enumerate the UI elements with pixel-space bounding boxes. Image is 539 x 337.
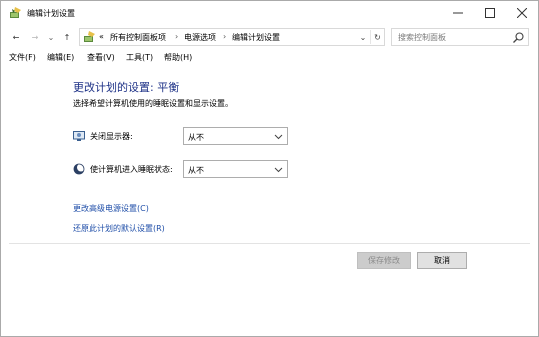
window: 编辑计划设置 ← → ⌄ ↑ « 所有控制面板项 › 电源选项 › 编辑计划设置… xyxy=(0,0,539,337)
menu-bar: 文件(F) 编辑(E) 查看(V) 工具(T) 帮助(H) xyxy=(1,50,538,65)
minimize-button[interactable] xyxy=(442,1,474,25)
forward-button[interactable]: → xyxy=(28,29,42,45)
maximize-button[interactable] xyxy=(474,1,506,25)
search-input[interactable]: 搜索控制面板 xyxy=(391,28,529,46)
menu-view[interactable]: 查看(V) xyxy=(87,52,115,63)
setting-label-display: 关闭显示器: xyxy=(90,132,133,141)
menu-tools[interactable]: 工具(T) xyxy=(126,52,153,63)
restore-defaults-link[interactable]: 还原此计划的默认设置(R) xyxy=(73,223,165,234)
save-changes-button[interactable]: 保存修改 xyxy=(357,252,411,269)
control-panel-icon xyxy=(84,31,95,42)
breadcrumb-separator[interactable]: › xyxy=(223,32,226,41)
setting-row-display: 关闭显示器: 从不 xyxy=(73,127,289,145)
navigation-bar: ← → ⌄ ↑ « 所有控制面板项 › 电源选项 › 编辑计划设置 ⌄ ↻ 搜索… xyxy=(1,25,538,49)
address-bar[interactable]: « 所有控制面板项 › 电源选项 › 编辑计划设置 ⌄ ↻ xyxy=(79,28,385,46)
chevron-down-icon xyxy=(274,167,283,173)
sleep-select[interactable]: 从不 xyxy=(183,160,288,178)
search-placeholder: 搜索控制面板 xyxy=(398,33,446,42)
maximize-icon xyxy=(485,8,495,18)
search-icon xyxy=(513,32,524,43)
up-button[interactable]: ↑ xyxy=(60,29,74,45)
display-off-select[interactable]: 从不 xyxy=(183,127,288,145)
menu-file[interactable]: 文件(F) xyxy=(9,52,36,63)
refresh-button[interactable]: ↻ xyxy=(370,30,384,44)
close-icon xyxy=(517,8,527,18)
sleep-value: 从不 xyxy=(188,166,204,175)
display-off-value: 从不 xyxy=(188,133,204,142)
recent-locations-button[interactable]: ⌄ xyxy=(44,29,58,45)
breadcrumb-item-all-control-panel[interactable]: 所有控制面板项 xyxy=(110,32,166,43)
power-options-icon xyxy=(10,7,21,18)
moon-icon xyxy=(73,163,85,175)
chevron-down-icon: ⌄ xyxy=(359,32,367,42)
window-title: 编辑计划设置 xyxy=(27,9,75,18)
advanced-power-settings-link[interactable]: 更改高级电源设置(C) xyxy=(73,203,149,214)
arrow-right-icon: → xyxy=(31,32,39,42)
breadcrumb-item-edit-plan[interactable]: 编辑计划设置 xyxy=(232,32,280,43)
setting-row-sleep: 使计算机进入睡眠状态: 从不 xyxy=(73,160,289,178)
breadcrumb-overflow[interactable]: « xyxy=(99,32,104,41)
menu-edit[interactable]: 编辑(E) xyxy=(47,52,74,63)
address-dropdown-button[interactable]: ⌄ xyxy=(357,30,369,44)
arrow-left-icon: ← xyxy=(12,32,20,42)
chevron-down-icon: ⌄ xyxy=(47,32,55,42)
cancel-button[interactable]: 取消 xyxy=(417,252,467,269)
menu-help[interactable]: 帮助(H) xyxy=(164,52,192,63)
setting-label-sleep: 使计算机进入睡眠状态: xyxy=(90,165,173,174)
main-content: 更改计划的设置: 平衡 选择希望计算机使用的睡眠设置和显示设置。 关闭显示器: … xyxy=(1,65,538,337)
breadcrumb-item-power-options[interactable]: 电源选项 xyxy=(184,32,216,43)
monitor-icon xyxy=(73,131,85,141)
chevron-down-icon xyxy=(274,134,283,140)
page-title: 更改计划的设置: 平衡 xyxy=(73,81,180,94)
arrow-up-icon: ↑ xyxy=(63,32,71,42)
refresh-icon: ↻ xyxy=(374,32,381,42)
back-button[interactable]: ← xyxy=(9,29,23,45)
divider xyxy=(9,243,530,244)
minimize-icon xyxy=(453,12,463,14)
close-button[interactable] xyxy=(506,1,538,25)
page-description: 选择希望计算机使用的睡眠设置和显示设置。 xyxy=(73,99,233,108)
breadcrumb-separator[interactable]: › xyxy=(175,32,178,41)
title-bar: 编辑计划设置 xyxy=(1,1,538,25)
